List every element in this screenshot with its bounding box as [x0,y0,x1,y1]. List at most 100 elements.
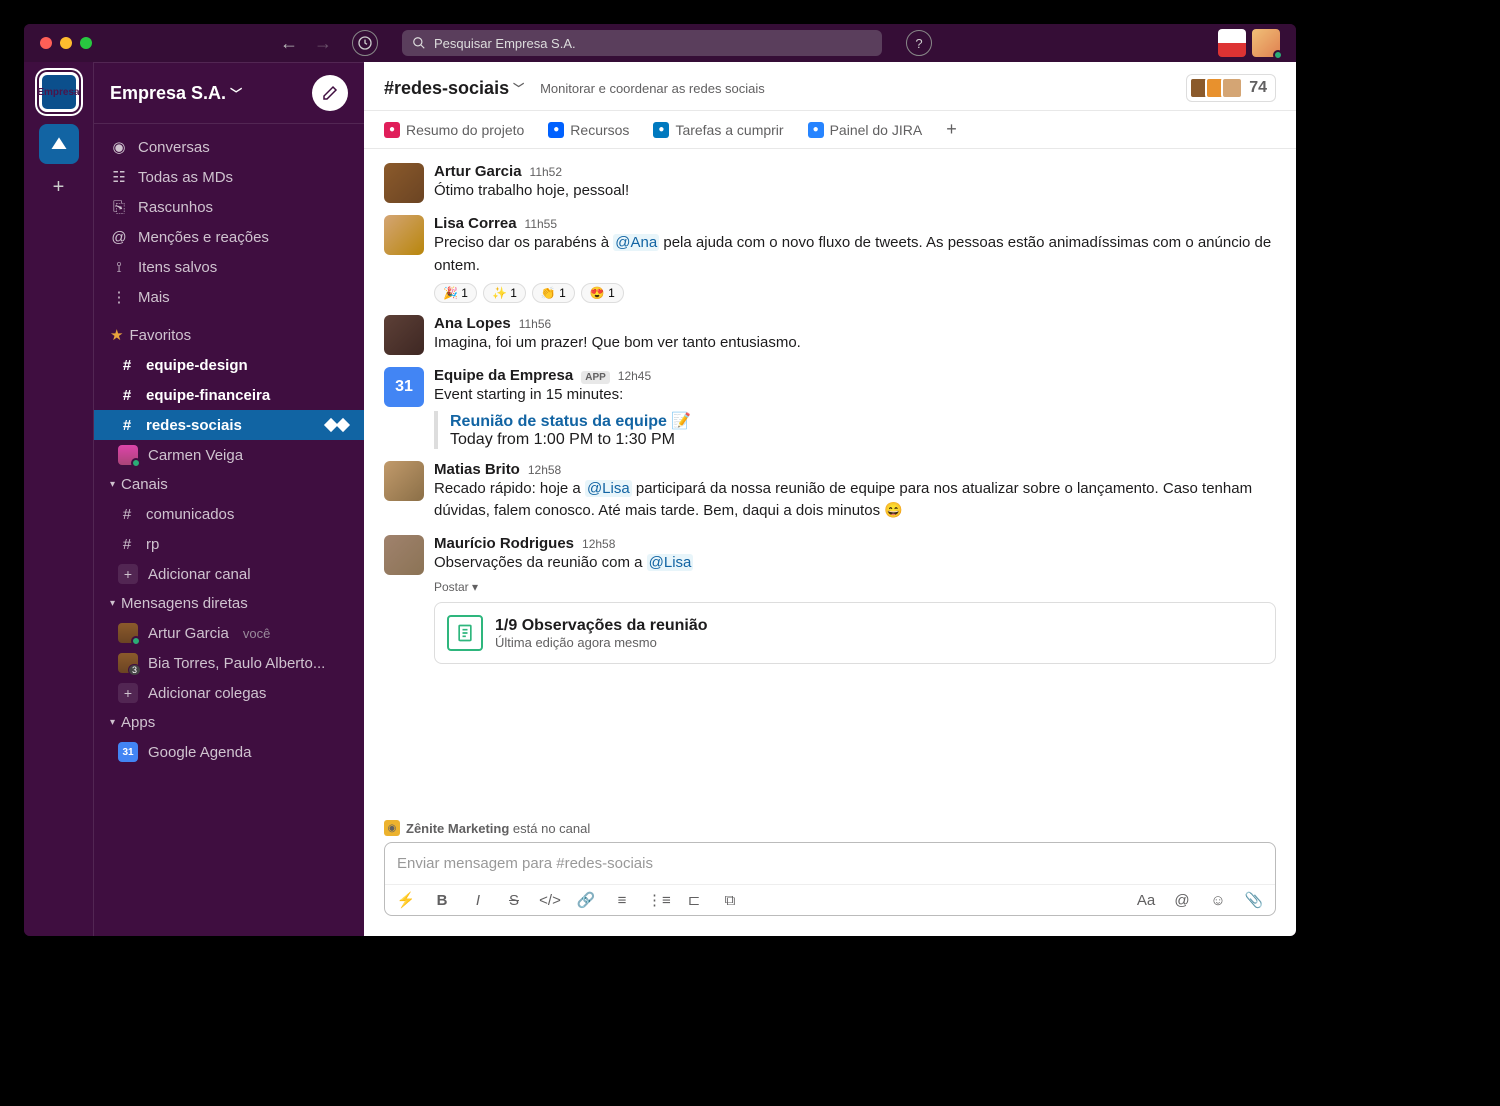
nav-back-button[interactable]: ← [280,33,298,54]
nav-saved[interactable]: ⟟Itens salvos [94,252,364,282]
dm-avatar [118,445,138,465]
workspace-switcher-item[interactable] [39,124,79,164]
message-composer[interactable]: Enviar mensagem para #redes-sociais ⚡ B … [384,842,1276,916]
message-avatar[interactable] [384,215,424,255]
italic-button[interactable]: I [467,892,489,909]
bookmark-label: Painel do JIRA [830,122,923,138]
message-list[interactable]: Artur Garcia11h52 Ótimo trabalho hoje, p… [364,149,1296,814]
search-placeholder: Pesquisar Empresa S.A. [434,36,576,51]
titlebar: ← → Pesquisar Empresa S.A. ? [24,24,1296,62]
user-avatar-button[interactable] [1252,29,1280,57]
message-timestamp: 12h58 [528,463,561,477]
mention[interactable]: @Ana [613,234,659,251]
codeblock-button[interactable]: ⧉ [719,892,741,909]
nav-drafts[interactable]: ⎘Rascunhos [94,192,364,222]
format-button[interactable]: Aa [1135,892,1157,909]
sidebar-favorite-item[interactable]: #redes-sociais [94,410,364,440]
nav-threads[interactable]: ◉Conversas [94,132,364,162]
message-author[interactable]: Ana Lopes [434,315,511,332]
message-avatar[interactable]: 31 [384,367,424,407]
sidebar-channel-item[interactable]: #rp [94,529,364,559]
reaction-button[interactable]: 😍 1 [581,283,624,303]
blockquote-button[interactable]: ⊏ [683,891,705,909]
ordered-list-button[interactable]: ≡ [611,892,633,909]
add-bookmark-button[interactable]: + [946,119,957,140]
message-author[interactable]: Matias Brito [434,461,520,478]
bullet-list-button[interactable]: ⋮≡ [647,891,669,909]
sidebar-dm-item[interactable]: 3Bia Torres, Paulo Alberto... [94,648,364,678]
shortcuts-button[interactable]: ⚡ [395,891,417,909]
add-channel-button[interactable]: +Adicionar canal [94,559,364,589]
message-author[interactable]: Equipe da Empresa [434,367,573,384]
bookmark-item[interactable]: ●Painel do JIRA [808,122,923,138]
message-avatar[interactable] [384,163,424,203]
message-text: Imagina, foi um prazer! Que bom ver tant… [434,332,1276,355]
bookmark-icon: ● [384,122,400,138]
message: 31 Equipe da EmpresaAPP12h45 Event start… [384,361,1276,455]
sidebar-favorite-item[interactable]: #equipe-financeira [94,380,364,410]
history-button[interactable] [352,30,378,56]
message-author[interactable]: Artur Garcia [434,163,522,180]
dm-label: Carmen Veiga [148,447,243,464]
dm-avatar: 3 [118,653,138,673]
composer-toolbar: ⚡ B I S </> 🔗 ≡ ⋮≡ ⊏ ⧉ Aa @ ☺ 📎 [385,884,1275,915]
code-button[interactable]: </> [539,892,561,909]
app-window: ← → Pesquisar Empresa S.A. ? Empresa + [20,20,1300,940]
plus-icon: + [118,683,138,703]
channel-name-button[interactable]: #redes-sociais ﹀ [384,78,524,99]
bold-button[interactable]: B [431,892,453,909]
bookmark-item[interactable]: ● Resumo do projeto [384,122,524,138]
mention[interactable]: @Lisa [647,554,694,571]
strike-button[interactable]: S [503,892,525,909]
compose-button[interactable] [312,75,348,111]
section-favorites[interactable]: ★Favoritos [94,320,364,350]
composer-input[interactable]: Enviar mensagem para #redes-sociais [385,843,1275,884]
add-workspace-button[interactable]: + [53,176,65,199]
event-attachment[interactable]: Reunião de status da equipe 📝Today from … [434,411,1276,449]
search-input[interactable]: Pesquisar Empresa S.A. [402,30,882,56]
nav-forward-button[interactable]: → [314,33,332,54]
message-author[interactable]: Lisa Correa [434,215,517,232]
message-timestamp: 11h52 [530,165,562,179]
reaction-button[interactable]: ✨ 1 [483,283,526,303]
sidebar-channel-item[interactable]: #comunicados [94,499,364,529]
nav-more[interactable]: ⋮Mais [94,282,364,312]
post-attachment[interactable]: 1/9 Observações da reuniãoÚltima edição … [434,602,1276,664]
bookmark-item[interactable]: ●Recursos [548,122,629,138]
message-author[interactable]: Maurício Rodrigues [434,535,574,552]
add-people-button[interactable]: +Adicionar colegas [94,678,364,708]
bookmark-label: Resumo do projeto [406,122,524,138]
post-label: Postar ▾ [434,580,1276,594]
sidebar-dm-item[interactable]: Artur Garciavocê [94,618,364,648]
reaction-button[interactable]: 👏 1 [532,283,575,303]
workspace-switcher-active[interactable]: Empresa [39,72,79,112]
help-button[interactable]: ? [906,30,932,56]
minimize-window-button[interactable] [60,37,72,49]
message-avatar[interactable] [384,315,424,355]
section-channels[interactable]: ▾Canais [94,470,364,499]
message-avatar[interactable] [384,461,424,501]
close-window-button[interactable] [40,37,52,49]
sidebar-favorite-item[interactable]: #equipe-design [94,350,364,380]
mention[interactable]: @Lisa [585,480,632,497]
chevron-down-icon: ﹀ [230,85,242,102]
reaction-button[interactable]: 🎉 1 [434,283,477,303]
maximize-window-button[interactable] [80,37,92,49]
nav-all-dms[interactable]: ☷Todas as MDs [94,162,364,192]
channel-topic: Monitorar e coordenar as redes sociais [540,81,765,96]
section-dms[interactable]: ▾Mensagens diretas [94,589,364,618]
section-apps[interactable]: ▾Apps [94,708,364,737]
emoji-button[interactable]: ☺ [1207,892,1229,909]
sidebar-app-item[interactable]: 31Google Agenda [94,737,364,767]
mention-button[interactable]: @ [1171,892,1193,909]
link-button[interactable]: 🔗 [575,891,597,909]
bookmark-item[interactable]: ●Tarefas a cumprir [653,122,783,138]
member-list-button[interactable]: 74 [1186,74,1276,102]
nav-mentions[interactable]: @Menções e reações [94,222,364,252]
message-text: Recado rápido: hoje a @Lisa participará … [434,478,1276,523]
message-text: Event starting in 15 minutes: [434,384,1276,407]
attach-button[interactable]: 📎 [1243,891,1265,909]
message-avatar[interactable] [384,535,424,575]
sidebar-favorite-item[interactable]: Carmen Veiga [94,440,364,470]
workspace-menu-button[interactable]: Empresa S.A. ﹀ [110,83,242,104]
